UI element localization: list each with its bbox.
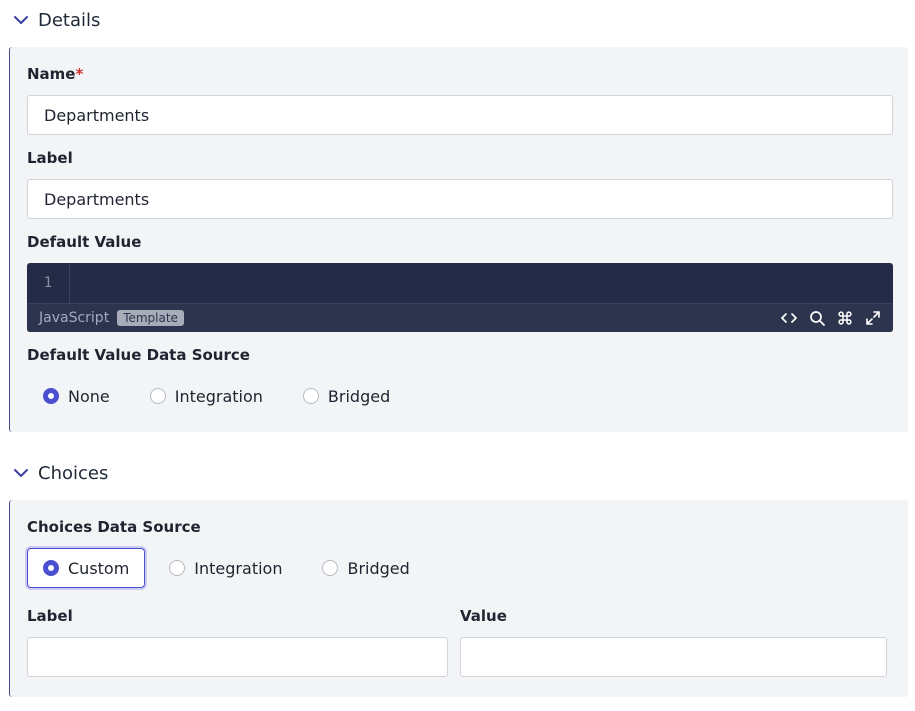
name-label: Name* bbox=[27, 65, 84, 83]
radio-circle bbox=[302, 388, 319, 404]
choices-panel: Choices Data Source Custom Integration B… bbox=[9, 500, 908, 697]
choices-section-toggle[interactable]: Choices bbox=[12, 461, 108, 485]
chevron-down-icon bbox=[14, 16, 28, 24]
radio-circle bbox=[149, 388, 166, 404]
radio-circle bbox=[43, 560, 59, 576]
choices-data-source-radio-group: Custom Integration Bridged bbox=[27, 548, 426, 588]
default-value-data-source-radio-group: None Integration Bridged bbox=[27, 376, 406, 416]
radio-none[interactable]: None bbox=[27, 376, 126, 416]
command-icon[interactable] bbox=[837, 310, 853, 326]
choice-value-column-header: Value bbox=[460, 607, 507, 625]
label-label: Label bbox=[27, 149, 73, 167]
choice-label-column-header: Label bbox=[27, 607, 73, 625]
chevron-down-icon bbox=[14, 469, 28, 477]
editor-toolbar bbox=[781, 310, 881, 326]
radio-custom[interactable]: Custom bbox=[27, 548, 146, 588]
radio-circle bbox=[43, 388, 59, 404]
details-panel: Name* Label Default Value 1 JavaScript T… bbox=[9, 47, 908, 432]
radio-circle bbox=[169, 560, 186, 576]
choice-label-input[interactable] bbox=[27, 637, 448, 677]
code-area[interactable] bbox=[70, 263, 893, 303]
radio-bridged[interactable]: Bridged bbox=[306, 548, 425, 588]
default-value-label: Default Value bbox=[27, 233, 142, 251]
required-marker: * bbox=[75, 65, 84, 83]
editor-footer: JavaScript Template bbox=[27, 303, 893, 332]
choice-value-input[interactable] bbox=[460, 637, 887, 677]
expand-icon[interactable] bbox=[865, 310, 881, 326]
name-input[interactable] bbox=[27, 95, 893, 135]
choices-section-title: Choices bbox=[38, 462, 109, 484]
default-value-code-editor: 1 JavaScript Template bbox=[27, 263, 893, 332]
details-section-title: Details bbox=[38, 9, 101, 31]
code-icon[interactable] bbox=[781, 310, 797, 326]
label-input[interactable] bbox=[27, 179, 893, 219]
choices-data-source-label: Choices Data Source bbox=[27, 518, 201, 536]
radio-integration[interactable]: Integration bbox=[134, 376, 279, 416]
radio-bridged[interactable]: Bridged bbox=[287, 376, 406, 416]
template-badge: Template bbox=[117, 310, 184, 326]
search-icon[interactable] bbox=[809, 310, 825, 326]
line-number: 1 bbox=[27, 263, 70, 303]
default-value-data-source-label: Default Value Data Source bbox=[27, 346, 250, 364]
details-section-toggle[interactable]: Details bbox=[12, 8, 100, 32]
language-label: JavaScript bbox=[39, 310, 110, 326]
radio-circle bbox=[322, 560, 339, 576]
radio-integration[interactable]: Integration bbox=[153, 548, 298, 588]
